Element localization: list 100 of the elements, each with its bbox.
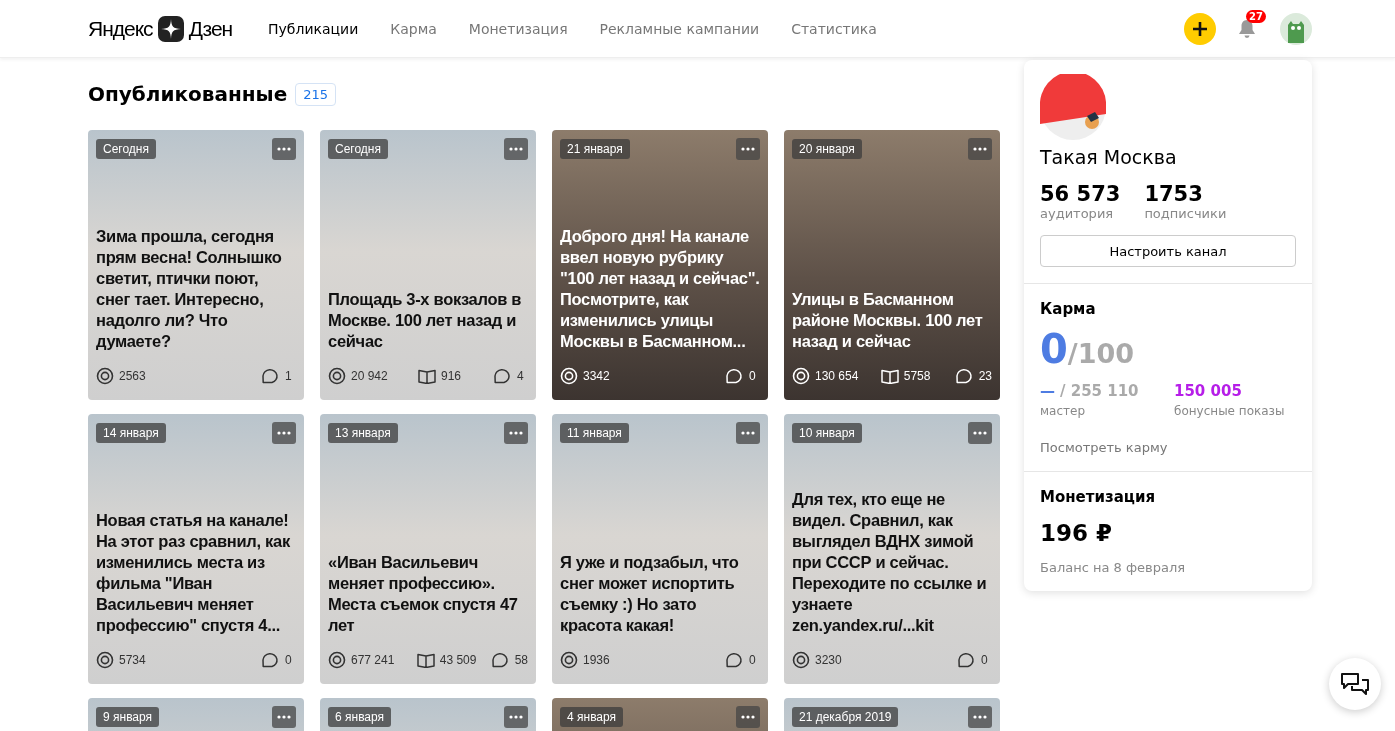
karma-max: /100: [1067, 338, 1135, 369]
comments-count: 58: [514, 653, 528, 667]
dots-icon: [973, 431, 987, 435]
more-button[interactable]: [736, 706, 760, 728]
comment-icon: [726, 652, 744, 668]
logo-text[interactable]: Яндекс: [88, 16, 153, 41]
nav-tab[interactable]: Карма: [390, 20, 437, 37]
comment-icon: [958, 652, 976, 668]
comment-icon: [262, 652, 280, 668]
eye-circle-icon: [328, 651, 346, 669]
more-button[interactable]: [968, 138, 992, 160]
reads-count: 43 509: [439, 653, 477, 667]
more-button[interactable]: [272, 422, 296, 444]
eye-circle-icon: [560, 651, 578, 669]
master-value: —: [1040, 382, 1055, 400]
date-label: 13 января: [328, 423, 398, 443]
publication-card[interactable]: 10 января Для тех, кто еще не видел. Сравнил, как выглядел ВДНХ зимой при СССР и сейчас. Переходите по ссылке и узнаете zen.yandex.ru/...kit 3230 0: [784, 414, 1000, 684]
more-button[interactable]: [504, 138, 528, 160]
more-button[interactable]: [504, 422, 528, 444]
dots-icon: [973, 715, 987, 719]
more-button[interactable]: [272, 706, 296, 728]
eye-circle-icon: [560, 367, 578, 385]
publication-card[interactable]: Сегодня Зима прошла, сегодня прям весна! Солнышко светит, птички поют, снег тает. Интересно, надолго ли? Что думаете? 2563 1: [88, 130, 304, 400]
views-count: 3230: [815, 653, 842, 667]
more-button[interactable]: [968, 422, 992, 444]
section-title: Опубликованные: [88, 82, 288, 106]
views-count: 3342: [583, 369, 610, 383]
eye-circle-icon: [792, 651, 810, 669]
book-icon: [416, 652, 435, 668]
chat-bubbles-icon: [1340, 671, 1370, 697]
publication-card[interactable]: 20 января Улицы в Басманном районе Москвы. 100 лет назад и сейчас 130 654 5758 23: [784, 130, 1000, 400]
stat-value: 56 573: [1040, 182, 1121, 206]
dots-icon: [277, 431, 291, 435]
channel-logo-icon[interactable]: [1040, 74, 1106, 140]
more-button[interactable]: [736, 422, 760, 444]
view-karma-link[interactable]: Посмотреть карму: [1040, 440, 1296, 455]
channel-name: Такая Москва: [1040, 146, 1178, 168]
karma-title: Карма: [1040, 300, 1097, 318]
date-label: 10 января: [792, 423, 862, 443]
publication-card[interactable]: Сегодня Площадь 3-х вокзалов в Москве. 100 лет назад и сейчас 20 942 916 4: [320, 130, 536, 400]
monetization-title: Монетизация: [1040, 488, 1157, 506]
publication-card[interactable]: 4 января: [552, 698, 768, 731]
publication-card[interactable]: 6 января: [320, 698, 536, 731]
dots-icon: [509, 147, 523, 151]
card-title: Площадь 3-х вокзалов в Москве. 100 лет назад и сейчас: [328, 289, 523, 352]
stat-label: подписчики: [1144, 206, 1227, 221]
comments-count: 1: [285, 369, 292, 383]
views-count: 677 241: [351, 653, 395, 667]
setup-channel-button[interactable]: Настроить канал: [1040, 235, 1296, 267]
balance-amount: 196 ₽: [1040, 520, 1114, 546]
views-count: 5734: [119, 653, 146, 667]
nav-tab[interactable]: Публикации: [268, 20, 359, 37]
more-button[interactable]: [272, 138, 296, 160]
owl-avatar-icon[interactable]: [1280, 12, 1312, 45]
date-label: 6 января: [328, 707, 392, 727]
publication-count: 215: [295, 82, 337, 106]
more-button[interactable]: [736, 138, 760, 160]
reads-count: 5758: [903, 369, 931, 383]
date-label: 14 января: [96, 423, 166, 443]
nav-tab[interactable]: Монетизация: [468, 20, 568, 37]
stat-label: аудитория: [1040, 206, 1115, 221]
card-title: Для тех, кто еще не видел. Сравнил, как выглядел ВДНХ зимой при СССР и сейчас. Переходите по ссылке и узнаете zen.yandex.ru/...kit: [792, 489, 988, 636]
publication-card[interactable]: 21 января Доброго дня! На канале ввел новую рубрику "100 лет назад и сейчас". Посмотрите, как изменились улицы Москвы в Басманном... 3342 0: [552, 130, 768, 400]
card-title: Улицы в Басманном районе Москвы. 100 лет назад и сейчас: [792, 289, 984, 352]
dots-icon: [973, 147, 987, 151]
comment-icon: [262, 368, 280, 384]
publication-card[interactable]: 11 января Я уже и подзабыл, что снег может испортить съемку :) Но зато красота какая! 1936 0: [552, 414, 768, 684]
comments-count: 0: [749, 653, 756, 667]
chat-button[interactable]: [1329, 658, 1381, 710]
comments-count: 0: [981, 653, 988, 667]
date-label: 9 января: [96, 707, 160, 727]
comment-icon: [491, 652, 510, 668]
add-button[interactable]: [1184, 12, 1216, 45]
book-icon: [880, 368, 899, 384]
publication-card[interactable]: 21 декабря 2019: [784, 698, 1000, 731]
logo-star-icon[interactable]: [157, 15, 184, 42]
stat-value: 1753: [1144, 182, 1204, 206]
views-count: 2563: [119, 369, 146, 383]
publication-card[interactable]: 13 января «Иван Васильевич меняет профессию». Места съемок спустя 47 лет 677 241 43 509 58: [320, 414, 536, 684]
date-label: 11 января: [560, 423, 629, 443]
logo-text[interactable]: Дзен: [188, 16, 233, 41]
nav-tab[interactable]: Статистика: [791, 20, 877, 37]
views-count: 20 942: [351, 369, 388, 383]
bell-icon[interactable]: [1238, 18, 1256, 39]
reads-count: 916: [441, 369, 462, 383]
comment-icon: [955, 368, 974, 384]
karma-value: 0: [1040, 326, 1068, 372]
publication-card[interactable]: 9 января: [88, 698, 304, 731]
dots-icon: [509, 431, 523, 435]
bonus-value: 150 005: [1174, 382, 1243, 400]
card-title: Я уже и подзабыл, что снег может испортить съемку :) Но зато красота какая!: [560, 552, 740, 636]
comment-icon: [494, 368, 512, 384]
more-button[interactable]: [504, 706, 528, 728]
publication-card[interactable]: 14 января Новая статья на канале! На этот раз сравнил, как изменились места из фильма "Иван Васильевич меняет профессию" спустя 4... 5734 0: [88, 414, 304, 684]
plus-icon: [1191, 19, 1209, 38]
eye-circle-icon: [96, 651, 114, 669]
more-button[interactable]: [968, 706, 992, 728]
comments-count: 0: [285, 653, 292, 667]
nav-tab[interactable]: Рекламные кампании: [599, 20, 760, 37]
date-label: Сегодня: [328, 139, 388, 159]
